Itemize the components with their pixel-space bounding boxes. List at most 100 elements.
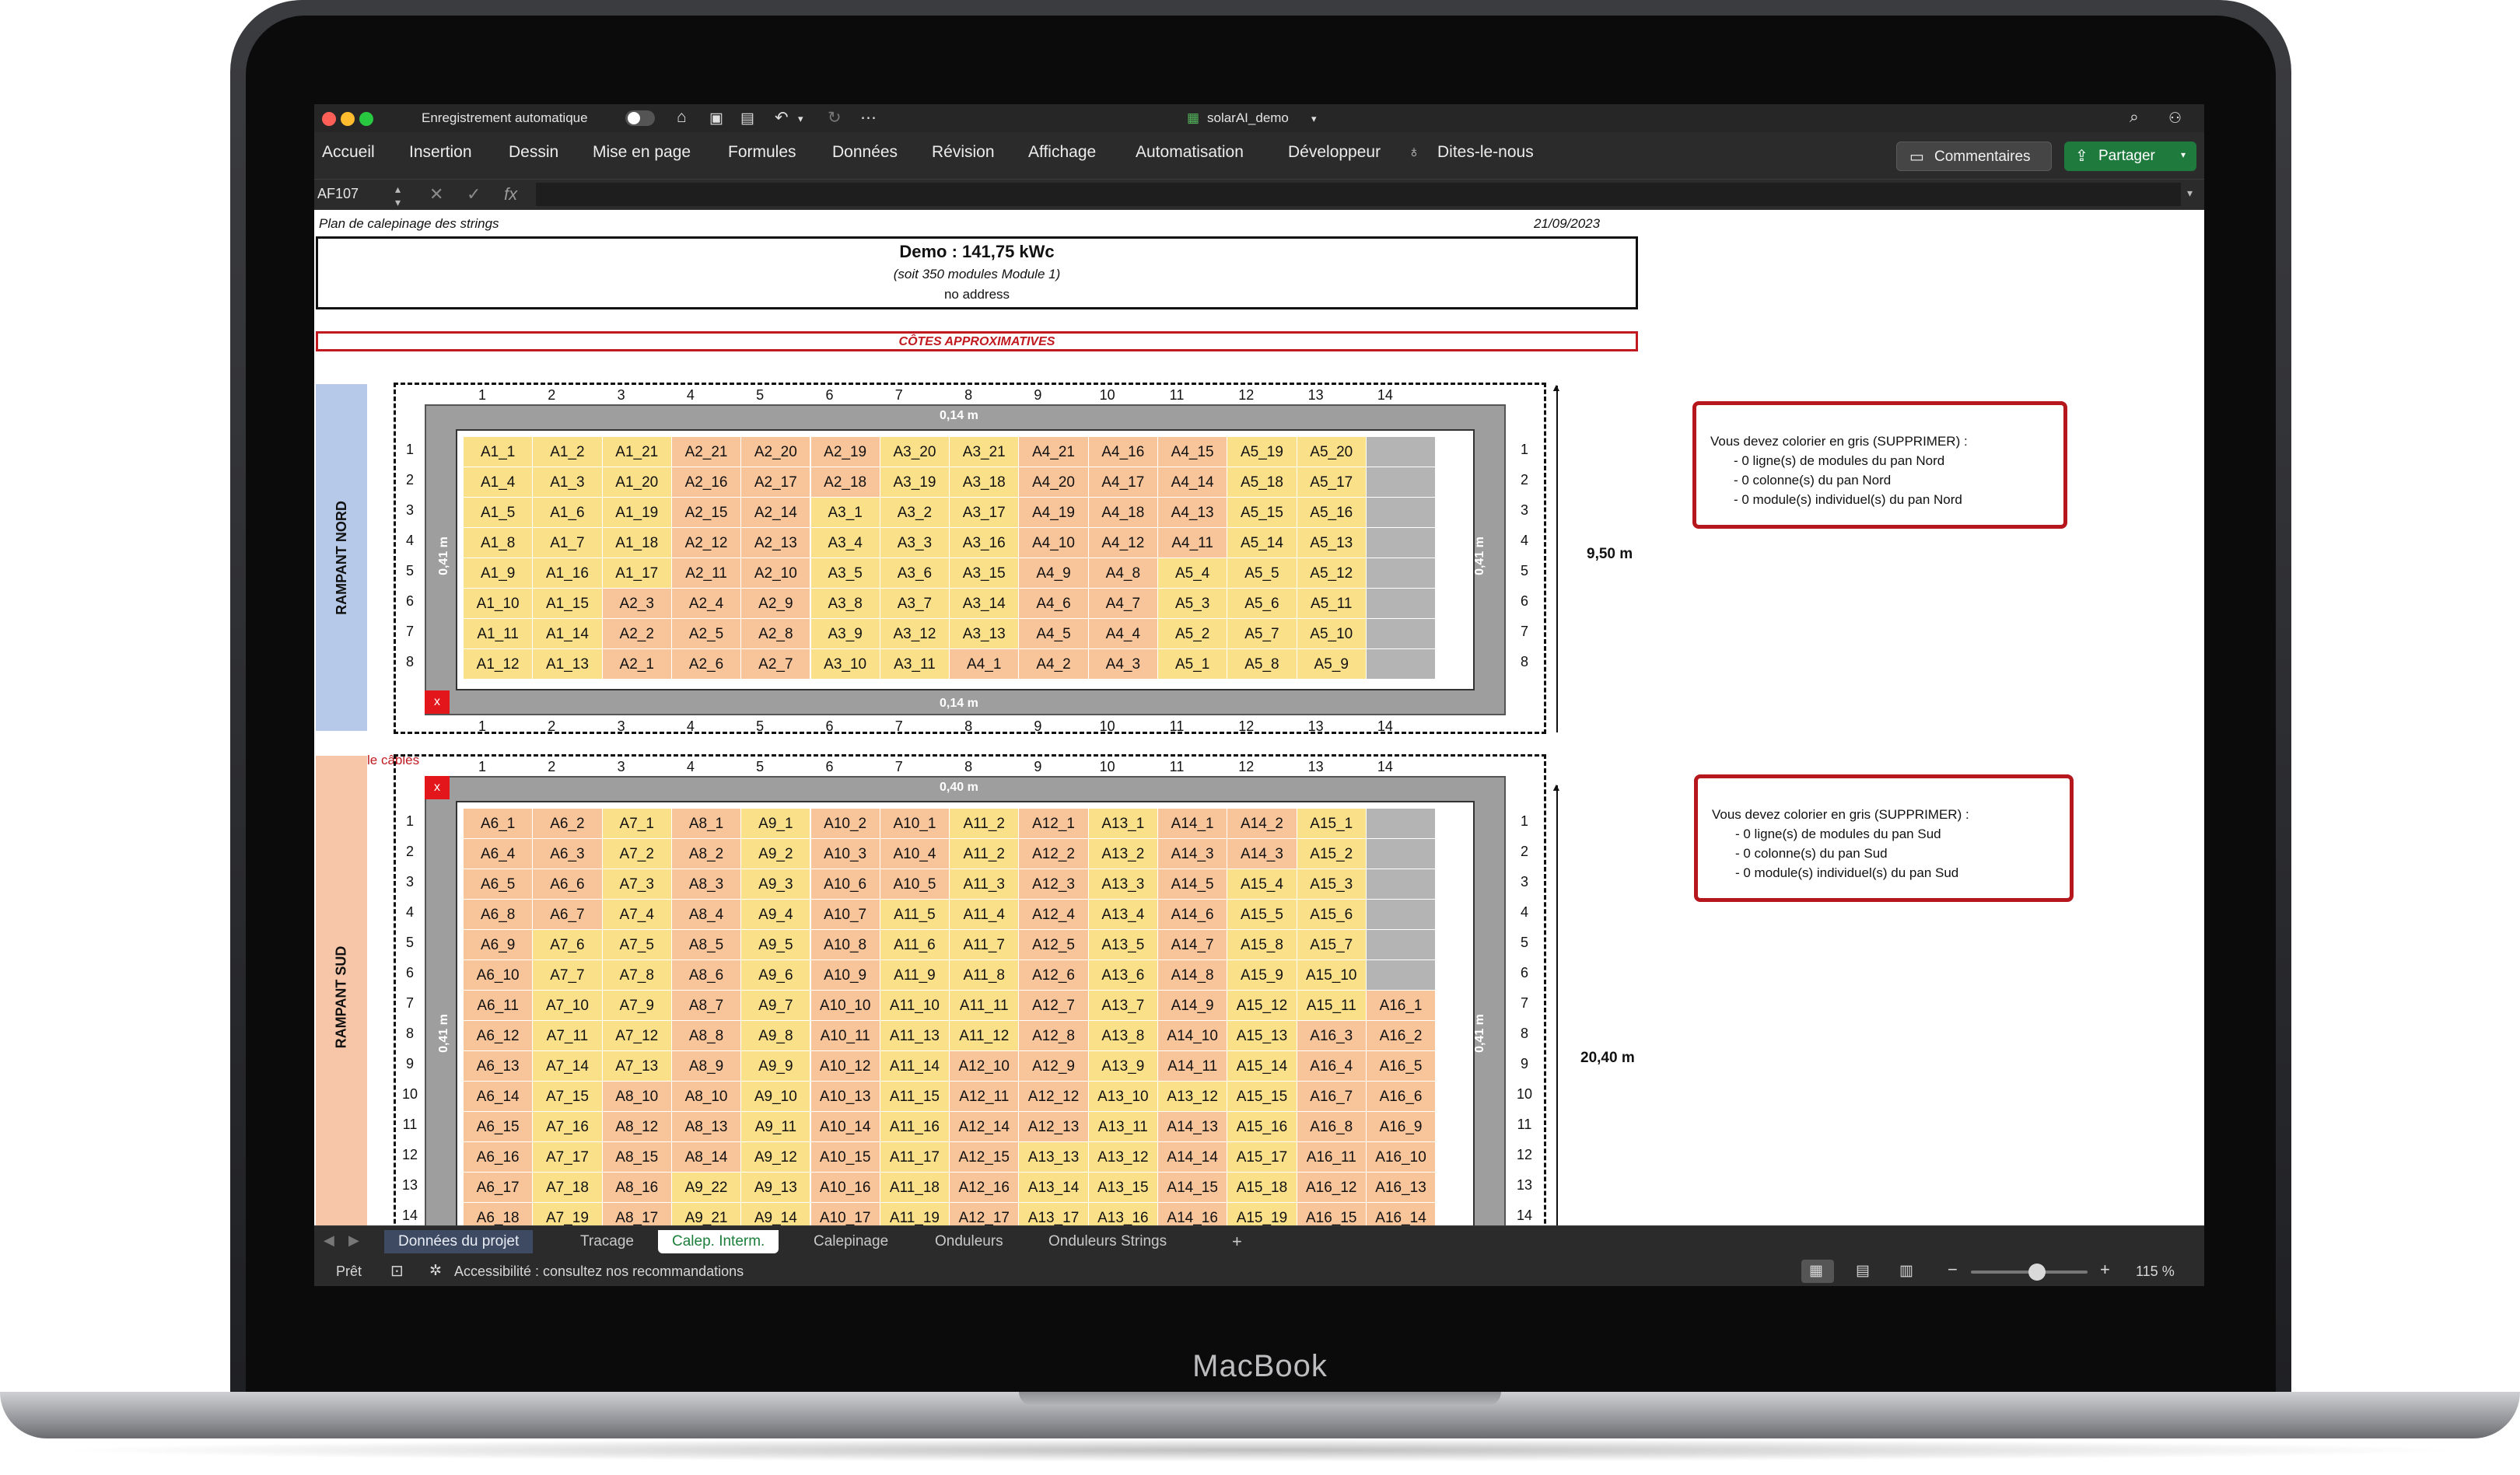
macro-record-icon[interactable]: ⊡ <box>390 1261 404 1281</box>
south-module-cell[interactable]: A8_6 <box>671 960 742 991</box>
south-module-cell[interactable]: A12_2 <box>1019 839 1089 869</box>
south-module-cell[interactable]: A9_10 <box>741 1082 811 1112</box>
north-module-cell[interactable]: A5_13 <box>1297 528 1367 558</box>
north-module-cell[interactable] <box>1366 589 1437 619</box>
north-module-cell[interactable]: A2_19 <box>810 437 880 467</box>
north-module-cell[interactable]: A2_10 <box>741 558 811 589</box>
home-icon[interactable]: ⌂ <box>677 108 687 127</box>
north-module-cell[interactable]: A5_3 <box>1158 589 1228 619</box>
south-module-cell[interactable]: A13_9 <box>1088 1051 1158 1082</box>
south-module-cell[interactable]: A7_16 <box>533 1112 603 1142</box>
north-module-cell[interactable]: A4_10 <box>1019 528 1089 558</box>
south-module-cell[interactable]: A16_5 <box>1366 1051 1437 1082</box>
north-module-cell[interactable]: A1_6 <box>533 498 603 528</box>
south-module-cell[interactable]: A9_7 <box>741 991 811 1021</box>
south-module-cell[interactable]: A16_8 <box>1297 1112 1367 1142</box>
north-module-cell[interactable]: A4_6 <box>1019 589 1089 619</box>
south-module-cell[interactable]: A10_8 <box>810 930 880 960</box>
north-module-cell[interactable] <box>1366 498 1437 528</box>
formula-input[interactable] <box>536 183 2181 206</box>
south-module-cell[interactable]: A11_17 <box>880 1142 950 1173</box>
north-module-cell[interactable]: A4_17 <box>1088 467 1158 498</box>
south-module-cell[interactable]: A12_10 <box>950 1051 1020 1082</box>
south-module-cell[interactable]: A7_15 <box>533 1082 603 1112</box>
file-name[interactable]: solarAI_demo <box>1207 110 1289 126</box>
north-module-cell[interactable]: A3_3 <box>880 528 950 558</box>
south-module-cell[interactable]: A11_5 <box>880 900 950 930</box>
north-module-cell[interactable]: A5_12 <box>1297 558 1367 589</box>
south-module-cell[interactable]: A15_9 <box>1227 960 1297 991</box>
north-module-cell[interactable]: A3_15 <box>950 558 1020 589</box>
north-module-cell[interactable]: A1_15 <box>533 589 603 619</box>
south-module-cell[interactable]: A15_15 <box>1227 1082 1297 1112</box>
south-module-cell[interactable]: A8_8 <box>671 1021 742 1051</box>
north-module-cell[interactable]: A1_19 <box>602 498 672 528</box>
menu-affichage[interactable]: Affichage <box>1028 143 1096 162</box>
south-module-cell[interactable]: A13_13 <box>1019 1142 1089 1173</box>
south-module-cell[interactable]: A10_13 <box>810 1082 880 1112</box>
south-module-cell[interactable]: A10_2 <box>810 809 880 839</box>
south-module-cell[interactable]: A7_3 <box>602 869 672 900</box>
south-module-cell[interactable]: A10_17 <box>810 1203 880 1225</box>
north-module-cell[interactable]: A2_11 <box>671 558 742 589</box>
south-module-cell[interactable]: A6_16 <box>464 1142 534 1173</box>
south-module-cell[interactable]: A16_13 <box>1366 1173 1437 1203</box>
south-module-cell[interactable]: A6_3 <box>533 839 603 869</box>
south-module-cell[interactable]: A10_4 <box>880 839 950 869</box>
south-module-cell[interactable]: A7_5 <box>602 930 672 960</box>
north-module-cell[interactable]: A2_2 <box>602 619 672 649</box>
south-module-cell[interactable]: A9_12 <box>741 1142 811 1173</box>
south-module-cell[interactable]: A13_5 <box>1088 930 1158 960</box>
south-module-cell[interactable]: A7_1 <box>602 809 672 839</box>
south-module-cell[interactable]: A14_14 <box>1158 1142 1228 1173</box>
north-module-cell[interactable]: A1_1 <box>464 437 534 467</box>
north-module-cell[interactable]: A1_20 <box>602 467 672 498</box>
south-module-cell[interactable]: A12_8 <box>1019 1021 1089 1051</box>
north-module-cell[interactable]: A1_5 <box>464 498 534 528</box>
north-module-cell[interactable]: A4_1 <box>950 649 1020 680</box>
north-module-cell[interactable]: A3_2 <box>880 498 950 528</box>
south-module-cell[interactable]: A9_4 <box>741 900 811 930</box>
north-module-cell[interactable]: A4_2 <box>1019 649 1089 680</box>
account-icon[interactable]: ⚇ <box>2168 110 2182 128</box>
south-module-cell[interactable]: A7_6 <box>533 930 603 960</box>
south-module-cell[interactable]: A7_14 <box>533 1051 603 1082</box>
south-module-cell[interactable]: A7_2 <box>602 839 672 869</box>
south-module-cell[interactable]: A13_3 <box>1088 869 1158 900</box>
north-module-cell[interactable]: A4_4 <box>1088 619 1158 649</box>
north-module-cell[interactable]: A4_14 <box>1158 467 1228 498</box>
north-module-cell[interactable]: A2_1 <box>602 649 672 680</box>
south-module-cell[interactable]: A10_3 <box>810 839 880 869</box>
north-module-cell[interactable]: A5_9 <box>1297 649 1367 680</box>
south-module-cell[interactable]: A6_11 <box>464 991 534 1021</box>
south-module-cell[interactable]: A7_18 <box>533 1173 603 1203</box>
north-module-cell[interactable] <box>1366 558 1437 589</box>
south-module-cell[interactable]: A10_1 <box>880 809 950 839</box>
comments-button[interactable]: ▭ Commentaires <box>1896 142 2052 171</box>
south-module-cell[interactable]: A6_5 <box>464 869 534 900</box>
south-module-cell[interactable]: A16_9 <box>1366 1112 1437 1142</box>
south-module-cell[interactable]: A16_4 <box>1297 1051 1367 1082</box>
tab-donnees-du-projet[interactable]: Données du projet <box>384 1230 534 1253</box>
menu-developpeur[interactable]: Développeur <box>1288 143 1381 162</box>
south-module-cell[interactable] <box>1366 930 1437 960</box>
south-module-cell[interactable]: A8_5 <box>671 930 742 960</box>
north-module-cell[interactable]: A4_21 <box>1019 437 1089 467</box>
north-module-cell[interactable]: A5_6 <box>1227 589 1297 619</box>
north-module-cell[interactable] <box>1366 467 1437 498</box>
south-module-cell[interactable]: A11_3 <box>950 869 1020 900</box>
north-module-cell[interactable]: A5_5 <box>1227 558 1297 589</box>
south-module-cell[interactable]: A11_16 <box>880 1112 950 1142</box>
north-module-cell[interactable]: A5_19 <box>1227 437 1297 467</box>
south-module-cell[interactable]: A13_4 <box>1088 900 1158 930</box>
south-module-cell[interactable]: A14_7 <box>1158 930 1228 960</box>
south-module-cell[interactable]: A10_9 <box>810 960 880 991</box>
zoom-level[interactable]: 115 % <box>2136 1264 2175 1280</box>
south-module-cell[interactable]: A6_9 <box>464 930 534 960</box>
south-module-cell[interactable]: A7_8 <box>602 960 672 991</box>
menu-mise-en-page[interactable]: Mise en page <box>593 143 691 162</box>
add-sheet-button[interactable]: + <box>1218 1229 1256 1252</box>
page-break-view-icon[interactable]: ▥ <box>1899 1262 1913 1280</box>
north-module-cell[interactable]: A3_11 <box>880 649 950 680</box>
south-module-cell[interactable]: A11_9 <box>880 960 950 991</box>
